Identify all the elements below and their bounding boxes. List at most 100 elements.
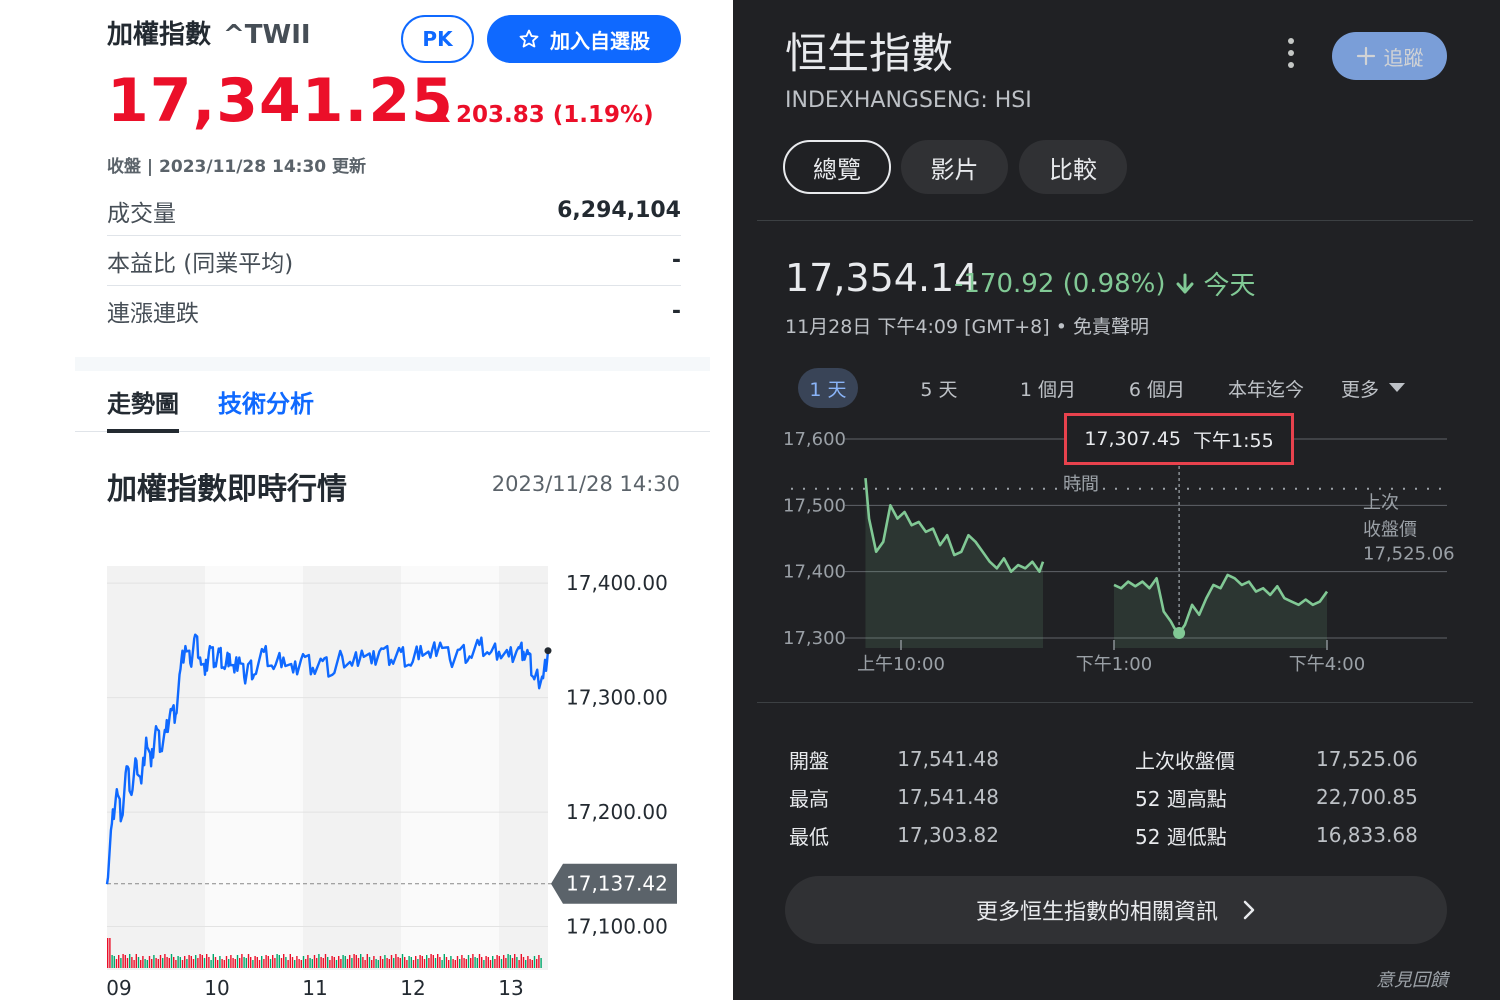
volume-bar <box>170 954 173 968</box>
volume-bar <box>252 960 254 968</box>
volume-bar <box>525 960 527 968</box>
tab-overview[interactable]: 總覽 <box>783 140 891 194</box>
index-name: 加權指數 <box>107 20 212 50</box>
add-watchlist-button[interactable]: 加入自選股 <box>487 15 681 63</box>
volume-bar <box>349 955 351 968</box>
volume-bar <box>496 955 498 968</box>
volume-bar <box>111 955 113 968</box>
volume-bar <box>243 957 245 968</box>
volume-bar <box>452 959 454 968</box>
volume-bar <box>439 957 441 968</box>
volume-bar <box>399 958 401 968</box>
volume-bar <box>302 956 305 968</box>
down-arrow-icon <box>1176 273 1194 293</box>
section-title: 加權指數即時行情 <box>107 472 347 507</box>
volume-bar <box>179 957 181 968</box>
volume-bar <box>344 956 346 968</box>
volume-bar <box>382 959 384 968</box>
volume-bar <box>177 956 179 968</box>
more-info-button[interactable]: 更多恒生指數的相關資訊 <box>785 876 1447 944</box>
stat-value: 6,294,104 <box>557 198 681 223</box>
volume-bar <box>406 960 408 968</box>
volume-bar <box>166 957 168 968</box>
range-1-month[interactable]: 1 個月 <box>1008 368 1088 408</box>
current-price: 17,354.14 <box>785 256 979 300</box>
volume-bar <box>485 956 487 968</box>
volume-bar <box>437 954 439 968</box>
x-tick-label: 09 <box>106 976 131 1000</box>
feedback-link[interactable]: 意見回饋 <box>1376 966 1448 992</box>
volume-bar <box>467 955 470 968</box>
volume-bar <box>254 956 256 968</box>
volume-bar <box>324 954 327 968</box>
price-change-value: 203.83 (1.19%) <box>456 102 654 128</box>
volume-bar <box>421 956 423 968</box>
volume-bar <box>492 956 494 968</box>
volume-bar <box>448 960 450 968</box>
price-change: -170.92 (0.98%) 今天 <box>954 265 1256 302</box>
volume-bar <box>124 955 126 968</box>
volume-bar <box>109 938 111 968</box>
tab-technical-analysis[interactable]: 技術分析 <box>218 384 314 419</box>
follow-button[interactable]: 追蹤 <box>1332 32 1447 80</box>
volume-bar <box>263 959 265 968</box>
range-1-day[interactable]: 1 天 <box>798 368 858 408</box>
volume-bar <box>428 958 430 968</box>
volume-bar <box>364 960 366 968</box>
x-tick-label: 下午4:00 <box>1289 654 1365 675</box>
volume-bar <box>489 960 492 968</box>
y-tick-label: 17,100.00 <box>566 915 668 939</box>
tab-videos[interactable]: 影片 <box>901 140 1008 194</box>
stat-value: - <box>671 298 681 324</box>
volume-bar <box>247 954 250 968</box>
volume-bar <box>151 959 153 968</box>
stat-row-52w-high: 52 週高點 22,700.85 <box>1135 778 1435 816</box>
range-5-day[interactable]: 5 天 <box>904 368 974 408</box>
volume-bar <box>531 960 533 968</box>
volume-bar <box>355 955 357 968</box>
volume-bar <box>459 959 461 968</box>
volume-bar <box>333 957 335 968</box>
volume-bar <box>274 958 276 968</box>
prev-close-value: 17,525.06 <box>1363 544 1455 565</box>
volume-bar <box>386 958 388 968</box>
volume-bar <box>430 954 432 968</box>
volume-bar <box>157 959 159 968</box>
volume-bar <box>219 956 221 968</box>
volume-bar <box>357 958 360 968</box>
section-divider <box>75 357 710 371</box>
index-title: 恒生指數 <box>785 29 954 78</box>
volume-bar <box>410 957 412 968</box>
volume-bar <box>221 959 223 968</box>
tab-compare[interactable]: 比較 <box>1019 140 1127 194</box>
pk-button[interactable]: PK <box>401 15 474 63</box>
volume-bar <box>507 954 509 968</box>
stat-value: 17,541.48 <box>897 747 999 771</box>
index-title: 加權指數 ^TWII <box>107 14 311 51</box>
volume-bar <box>192 959 195 968</box>
volume-bar <box>148 956 151 968</box>
volume-bar <box>412 960 415 968</box>
prev-close-label: 收盤價 <box>1363 520 1417 541</box>
twii-intraday-chart[interactable]: 17,400.00 17,300.00 17,200.00 17,100.00 17,1… <box>0 540 733 1000</box>
tab-trend-chart[interactable]: 走勢圖 <box>107 384 179 433</box>
more-options-icon[interactable] <box>1287 38 1295 68</box>
stat-row-52w-low: 52 週低點 16,833.68 <box>1135 816 1435 854</box>
volume-bar <box>250 957 252 968</box>
volume-bar <box>208 957 210 968</box>
volume-bar <box>487 957 489 968</box>
stat-label: 最低 <box>789 824 829 849</box>
volume-bar <box>296 956 298 968</box>
volume-bar <box>461 955 463 968</box>
volume-bar <box>533 956 536 968</box>
volume-bar <box>245 958 247 968</box>
last-price-dot <box>544 647 552 655</box>
volume-bar <box>307 955 309 968</box>
cursor-dot <box>1173 627 1186 640</box>
range-more-dropdown[interactable]: 更多 <box>1333 368 1413 408</box>
range-ytd[interactable]: 本年迄今 <box>1221 368 1311 408</box>
volume-bar <box>494 959 496 968</box>
y-tick-label: 17,600 <box>783 429 846 450</box>
quote-timestamp: 11月28日 下午4:09 [GMT+8] • 免責聲明 <box>785 316 1149 338</box>
range-6-month[interactable]: 6 個月 <box>1117 368 1197 408</box>
